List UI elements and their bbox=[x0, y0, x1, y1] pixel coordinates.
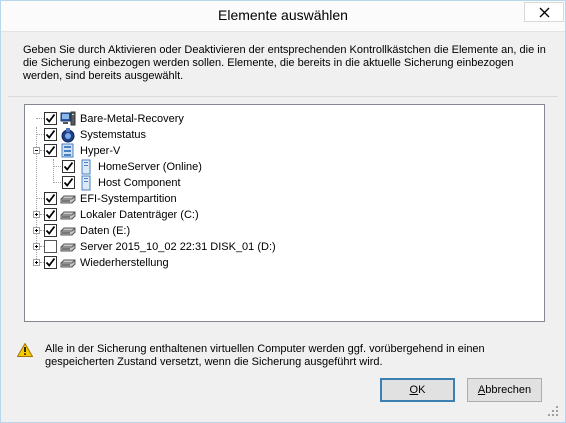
warning-icon bbox=[17, 343, 33, 357]
checkmark-icon bbox=[63, 161, 74, 171]
tree-item-label: Host Component bbox=[98, 177, 181, 189]
drive-icon bbox=[60, 227, 76, 236]
checkbox[interactable] bbox=[44, 208, 57, 221]
tree-item-hyper-v[interactable]: Hyper-V bbox=[25, 143, 544, 159]
checkbox[interactable] bbox=[62, 176, 75, 189]
tree-item-data-e[interactable]: Daten (E:) bbox=[25, 223, 544, 239]
tree-item-systemstatus[interactable]: Systemstatus bbox=[25, 127, 544, 143]
expand-icon[interactable] bbox=[33, 243, 40, 250]
expand-icon[interactable] bbox=[33, 227, 40, 234]
expand-icon[interactable] bbox=[33, 259, 40, 266]
tree-item-label: Hyper-V bbox=[80, 145, 121, 157]
drive-icon bbox=[60, 243, 76, 252]
drive-icon bbox=[60, 211, 76, 220]
tree-item-label: Server 2015_10_02 22:31 DISK_01 (D:) bbox=[80, 241, 276, 253]
dialog-window: Elemente auswählen Geben Sie durch Aktiv… bbox=[0, 0, 566, 423]
checkbox[interactable] bbox=[62, 160, 75, 173]
checkmark-icon bbox=[63, 177, 74, 187]
checkmark-icon bbox=[45, 193, 56, 203]
system-state-icon bbox=[61, 128, 75, 143]
checkmark-icon bbox=[45, 129, 56, 139]
collapse-icon[interactable] bbox=[33, 147, 40, 154]
checkbox[interactable] bbox=[44, 128, 57, 141]
computer-icon bbox=[60, 111, 76, 126]
drive-icon bbox=[60, 195, 76, 204]
tree-item-label: Bare-Metal-Recovery bbox=[80, 113, 184, 125]
checkbox[interactable] bbox=[44, 240, 57, 253]
resize-grip-icon[interactable] bbox=[547, 405, 559, 417]
tree-item-host-component[interactable]: Host Component bbox=[25, 175, 544, 191]
checkbox[interactable] bbox=[44, 112, 57, 125]
close-button[interactable] bbox=[524, 2, 564, 22]
cancel-label: bbrechen bbox=[485, 384, 532, 396]
tree-item-label: EFI-Systempartition bbox=[80, 193, 177, 205]
tree-item-label: HomeServer (Online) bbox=[98, 161, 202, 173]
checkmark-icon bbox=[45, 113, 56, 123]
hyperv-icon bbox=[61, 143, 74, 158]
tree-item-label: Daten (E:) bbox=[80, 225, 131, 237]
tree-item-label: Wiederherstellung bbox=[80, 257, 169, 269]
warning-text: Alle in der Sicherung enthaltenen virtue… bbox=[45, 343, 485, 368]
ok-button[interactable]: OK bbox=[380, 378, 455, 402]
drive-icon bbox=[60, 259, 76, 268]
ok-mnemonic: O bbox=[409, 384, 419, 396]
vm-icon bbox=[81, 159, 91, 175]
title-bar[interactable]: Elemente auswählen bbox=[1, 1, 565, 32]
checkbox[interactable] bbox=[44, 224, 57, 237]
tree-item-label: Lokaler Datenträger (C:) bbox=[80, 209, 199, 221]
instruction-text: Geben Sie durch Aktivieren oder Deaktivi… bbox=[23, 44, 546, 82]
checkmark-icon bbox=[45, 209, 56, 219]
tree-item-label: Systemstatus bbox=[80, 129, 147, 141]
item-tree[interactable]: Bare-Metal-Recovery Systemstatus Hyper-V… bbox=[24, 104, 545, 322]
tree-item-local-disk-c[interactable]: Lokaler Datenträger (C:) bbox=[25, 207, 544, 223]
tree-item-wiederherstellung[interactable]: Wiederherstellung bbox=[25, 255, 544, 271]
cancel-button[interactable]: Abbrechen bbox=[467, 378, 542, 402]
separator bbox=[8, 96, 558, 97]
window-title: Elemente auswählen bbox=[218, 7, 348, 23]
expand-icon[interactable] bbox=[33, 211, 40, 218]
ok-label: K bbox=[418, 384, 426, 396]
close-icon bbox=[539, 7, 550, 18]
tree-item-bare-metal-recovery[interactable]: Bare-Metal-Recovery bbox=[25, 111, 544, 127]
tree-item-server-d[interactable]: Server 2015_10_02 22:31 DISK_01 (D:) bbox=[25, 239, 544, 255]
tree-item-homeserver[interactable]: HomeServer (Online) bbox=[25, 159, 544, 175]
checkbox[interactable] bbox=[44, 192, 57, 205]
checkbox[interactable] bbox=[44, 256, 57, 269]
checkmark-icon bbox=[45, 225, 56, 235]
checkmark-icon bbox=[45, 145, 56, 155]
checkbox[interactable] bbox=[44, 144, 57, 157]
checkmark-icon bbox=[45, 257, 56, 267]
vm-icon bbox=[81, 175, 91, 191]
tree-item-efi[interactable]: EFI-Systempartition bbox=[25, 191, 544, 207]
